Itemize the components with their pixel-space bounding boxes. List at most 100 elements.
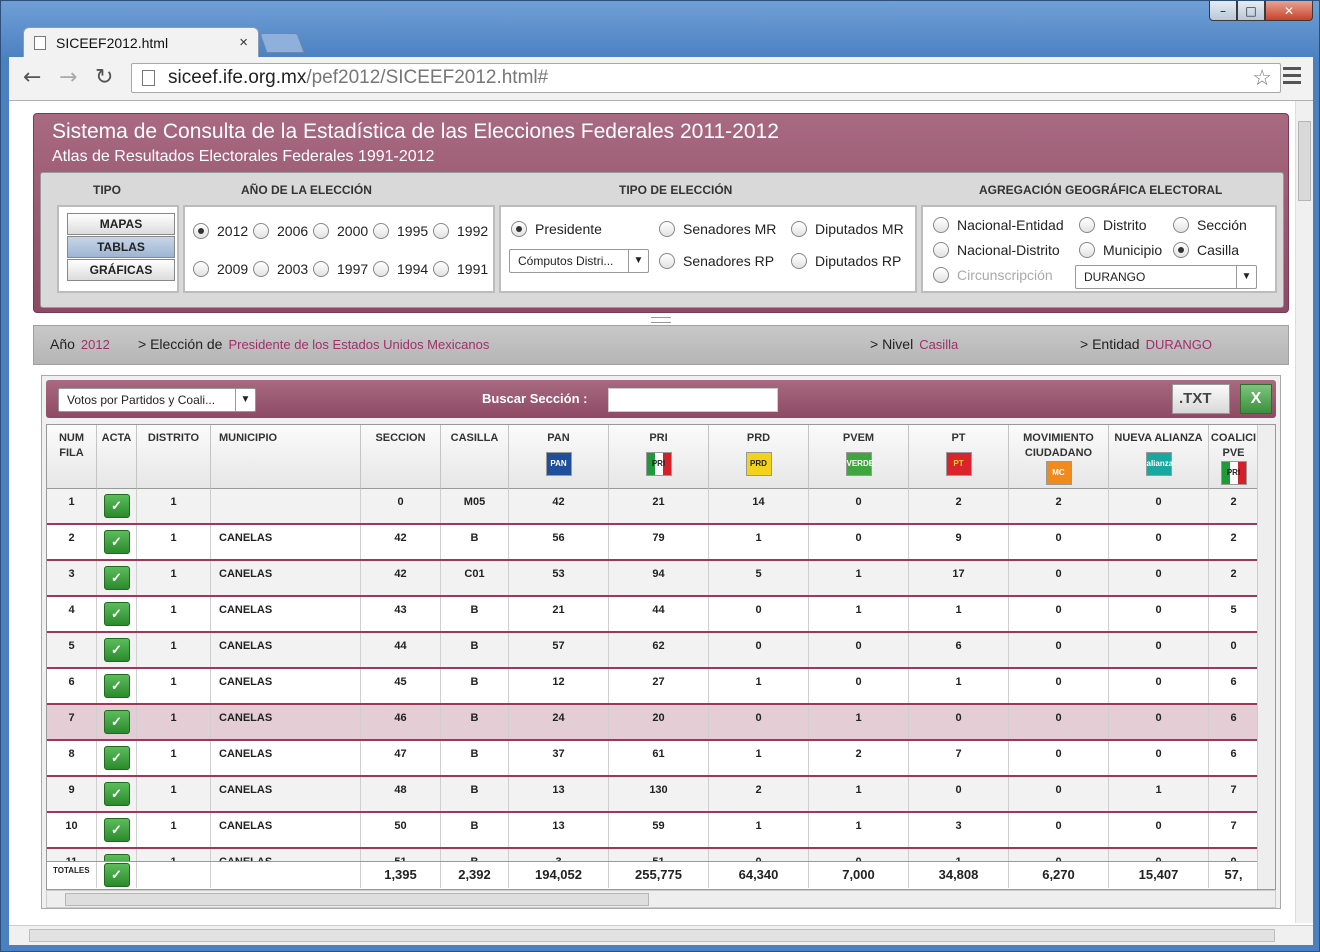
year-radio-1991[interactable]: 1991 <box>433 261 488 277</box>
header-distrito[interactable]: DISTRITO <box>137 425 211 489</box>
header-pan[interactable]: PAN PAN <box>509 425 609 489</box>
table-scroll-thumb[interactable] <box>65 893 649 906</box>
header-seccion[interactable]: SECCION <box>361 425 441 489</box>
close-window-icon[interactable]: ✕ <box>1265 1 1313 21</box>
presidente-radio[interactable]: Presidente <box>511 221 602 237</box>
table-row[interactable]: 10 ✓ 1 CANELAS 50 B 13 59 1 1 3 0 0 7 <box>47 813 1275 849</box>
cell-pt: 9 <box>909 525 1009 559</box>
total-prd: 64,340 <box>709 862 809 888</box>
bookmark-star-icon[interactable]: ☆ <box>1252 64 1272 92</box>
acta-icon[interactable]: ✓ <box>103 530 130 554</box>
acta-icon[interactable]: ✓ <box>103 863 130 887</box>
year-radio-1997[interactable]: 1997 <box>313 261 368 277</box>
table-row[interactable]: 2 ✓ 1 CANELAS 42 B 56 79 1 0 9 0 0 2 <box>47 525 1275 561</box>
cell-pan: 56 <box>509 525 609 559</box>
year-radio-1995[interactable]: 1995 <box>373 223 428 239</box>
page-vertical-scrollbar[interactable] <box>1295 101 1313 923</box>
distrito-radio[interactable]: Distrito <box>1079 217 1147 233</box>
table-row[interactable]: 7 ✓ 1 CANELAS 46 B 24 20 0 1 0 0 0 6 <box>47 705 1275 741</box>
page-horizontal-scrollbar[interactable] <box>9 925 1313 945</box>
table-horizontal-scrollbar[interactable] <box>46 890 1276 908</box>
header-municipio[interactable]: MUNICIPIO <box>211 425 361 489</box>
acta-icon[interactable]: ✓ <box>103 782 130 806</box>
municipio-radio[interactable]: Municipio <box>1079 242 1162 258</box>
seccion-radio[interactable]: Sección <box>1173 217 1247 233</box>
nacional-distrito-radio[interactable]: Nacional-Distrito <box>933 242 1060 258</box>
panel-resize-handle[interactable] <box>651 317 671 323</box>
menu-icon[interactable] <box>1283 67 1301 88</box>
header-acta[interactable]: ACTA <box>97 425 137 489</box>
senadores-rp-radio[interactable]: Senadores RP <box>659 253 774 269</box>
header-casilla[interactable]: CASILLA <box>441 425 509 489</box>
circunscripcion-radio[interactable]: Circunscripción <box>933 267 1053 283</box>
new-tab-button[interactable] <box>259 33 305 53</box>
acta-icon[interactable]: ✓ <box>103 674 130 698</box>
tablas-button[interactable]: TABLAS <box>67 236 175 258</box>
year-radio-2006[interactable]: 2006 <box>253 223 308 239</box>
header-num-fila[interactable]: NUM FILA <box>47 425 97 489</box>
acta-icon[interactable]: ✓ <box>103 494 130 518</box>
acta-icon[interactable]: ✓ <box>103 818 130 842</box>
year-radio-2012[interactable]: 2012 <box>193 223 248 239</box>
acta-icon[interactable]: ✓ <box>103 746 130 770</box>
year-radio-1994[interactable]: 1994 <box>373 261 428 277</box>
total-coalicion: 57, <box>1209 862 1259 888</box>
cell-m: CANELAS <box>211 741 361 775</box>
radio-dot <box>1079 217 1095 233</box>
acta-icon[interactable]: ✓ <box>103 710 130 734</box>
casilla-radio[interactable]: Casilla <box>1173 242 1239 258</box>
tipo-box: MAPAS TABLAS GRÁFICAS <box>57 205 179 293</box>
cell-mc: 0 <box>1009 705 1109 739</box>
table-row[interactable]: 5 ✓ 1 CANELAS 44 B 57 62 0 0 6 0 0 0 <box>47 633 1275 669</box>
mapas-button[interactable]: MAPAS <box>67 213 175 235</box>
nacional-entidad-radio[interactable]: Nacional-Entidad <box>933 217 1064 233</box>
computos-select[interactable]: Cómputos Distri... ▼ <box>509 249 649 273</box>
table-row[interactable]: 8 ✓ 1 CANELAS 47 B 37 61 1 2 7 0 0 6 <box>47 741 1275 777</box>
header-prd[interactable]: PRD PRD <box>709 425 809 489</box>
table-row[interactable]: 4 ✓ 1 CANELAS 43 B 21 44 0 1 1 0 0 5 <box>47 597 1275 633</box>
header-coalicion[interactable]: COALICI PVE PRI <box>1209 425 1259 489</box>
table-vertical-scrollbar[interactable] <box>1257 425 1275 889</box>
view-select[interactable]: Votos por Partidos y Coali... ▼ <box>58 388 256 412</box>
header-movimiento-ciudadano[interactable]: MOVIMIENTO CIUDADANO MC <box>1009 425 1109 489</box>
header-pri[interactable]: PRI PRI <box>609 425 709 489</box>
table-row[interactable]: 9 ✓ 1 CANELAS 48 B 13 130 2 1 0 0 1 7 <box>47 777 1275 813</box>
table-row[interactable]: 3 ✓ 1 CANELAS 42 C01 53 94 5 1 17 0 0 2 <box>47 561 1275 597</box>
table-row[interactable]: 6 ✓ 1 CANELAS 45 B 12 27 1 0 1 0 0 6 <box>47 669 1275 705</box>
cell-m: CANELAS <box>211 597 361 631</box>
minimize-icon[interactable]: – <box>1209 1 1237 21</box>
page-hscroll-thumb[interactable] <box>29 929 1275 942</box>
table-row[interactable]: 1 ✓ 1 0 M05 42 21 14 0 2 2 0 2 <box>47 489 1275 525</box>
address-bar[interactable]: siceef.ife.org.mx/pef2012/SICEEF2012.htm… <box>131 63 1281 93</box>
export-txt-button[interactable]: .TXT <box>1172 384 1230 414</box>
reload-icon[interactable]: ↻ <box>95 65 113 90</box>
header-pt[interactable]: PT PT <box>909 425 1009 489</box>
radio-dot <box>933 217 949 233</box>
cell-pt: 0 <box>909 705 1009 739</box>
graficas-button[interactable]: GRÁFICAS <box>67 259 175 281</box>
senadores-mr-radio[interactable]: Senadores MR <box>659 221 776 237</box>
export-excel-button[interactable]: X <box>1240 384 1272 414</box>
year-radio-1992[interactable]: 1992 <box>433 223 488 239</box>
header-pvem[interactable]: PVEM VERDE <box>809 425 909 489</box>
year-radio-2003[interactable]: 2003 <box>253 261 308 277</box>
maximize-icon[interactable]: □ <box>1237 1 1265 21</box>
cell-d: 1 <box>137 561 211 595</box>
close-tab-icon[interactable]: × <box>239 34 248 51</box>
back-arrow-icon[interactable]: ← <box>23 65 41 90</box>
entidad-select[interactable]: DURANGO ▼ <box>1075 265 1257 289</box>
search-seccion-input[interactable] <box>608 388 778 412</box>
diputados-rp-radio[interactable]: Diputados RP <box>791 253 901 269</box>
browser-tab[interactable]: SICEEF2012.html × <box>23 27 259 57</box>
acta-icon[interactable]: ✓ <box>103 602 130 626</box>
chevron-down-icon: ▼ <box>1236 266 1256 288</box>
cell-pvem: 0 <box>809 669 909 703</box>
diputados-mr-radio[interactable]: Diputados MR <box>791 221 904 237</box>
page-scroll-thumb[interactable] <box>1298 121 1311 201</box>
year-radio-2009[interactable]: 2009 <box>193 261 248 277</box>
year-radio-2000[interactable]: 2000 <box>313 223 368 239</box>
acta-icon[interactable]: ✓ <box>103 566 130 590</box>
acta-icon[interactable]: ✓ <box>103 638 130 662</box>
forward-arrow-icon[interactable]: → <box>59 65 77 90</box>
header-nueva-alianza[interactable]: NUEVA ALIANZA alianza <box>1109 425 1209 489</box>
